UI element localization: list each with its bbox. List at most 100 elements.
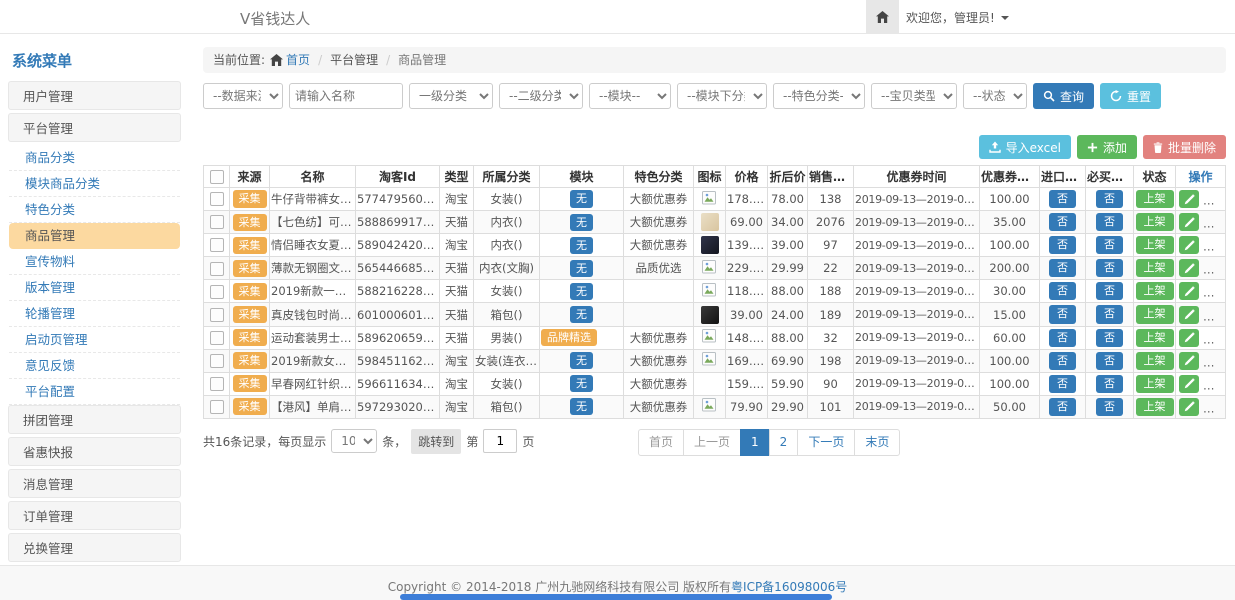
import-select-toggle[interactable]: 否 (1049, 236, 1076, 254)
pager-button[interactable]: 下一页 (797, 429, 855, 456)
pager-button[interactable]: 末页 (854, 429, 900, 456)
must-buy-toggle[interactable]: 否 (1096, 236, 1123, 254)
select-all-checkbox[interactable] (210, 170, 224, 184)
import-select-toggle[interactable]: 否 (1049, 190, 1076, 208)
edit-button[interactable] (1179, 398, 1199, 416)
add-button[interactable]: 添加 (1077, 135, 1137, 159)
status-button[interactable]: 上架 (1136, 213, 1174, 231)
item-type-select[interactable]: --宝贝类型-- (871, 83, 957, 109)
batch-delete-button[interactable]: 批量删除 (1143, 135, 1226, 159)
pager-current-page[interactable]: 1 (740, 429, 770, 456)
sidebar-item-feature-category[interactable]: 特色分类 (9, 197, 180, 223)
import-select-toggle[interactable]: 否 (1049, 213, 1076, 231)
user-menu[interactable]: 欢迎您，管理员! (906, 9, 1009, 26)
product-name: 情侣睡衣女夏丝绸男士... (270, 234, 356, 257)
product-type: 天猫 (440, 326, 474, 349)
icp-link[interactable]: 粤ICP备16098006号 (731, 580, 847, 594)
sidebar-item-module-goods-category[interactable]: 模块商品分类 (9, 171, 180, 197)
row-checkbox[interactable] (210, 354, 224, 368)
status-button[interactable]: 上架 (1136, 375, 1174, 393)
row-checkbox[interactable] (210, 215, 224, 229)
level1-category-select[interactable]: 一级分类 (409, 83, 493, 109)
edit-button[interactable] (1179, 306, 1199, 324)
edit-button[interactable] (1179, 282, 1199, 300)
import-select-toggle[interactable]: 否 (1049, 352, 1076, 370)
sidebar-item-feedback[interactable]: 意见反馈 (9, 353, 180, 379)
import-select-toggle[interactable]: 否 (1049, 329, 1076, 347)
home-button[interactable] (866, 0, 899, 33)
coupon-amount: 60.00 (980, 326, 1040, 349)
must-buy-toggle[interactable]: 否 (1096, 282, 1123, 300)
must-buy-toggle[interactable]: 否 (1096, 375, 1123, 393)
sidebar-item-goods-category[interactable]: 商品分类 (9, 145, 180, 171)
module-select[interactable]: --模块-- (589, 83, 671, 109)
level2-category-select[interactable]: --二级分类-- (499, 83, 583, 109)
page-number-input[interactable] (483, 429, 517, 453)
status-button[interactable]: 上架 (1136, 305, 1174, 323)
import-select-toggle[interactable]: 否 (1049, 305, 1076, 323)
edit-button[interactable] (1179, 329, 1199, 347)
row-checkbox[interactable] (210, 262, 224, 276)
pager-button[interactable]: 上一页 (683, 429, 741, 456)
breadcrumb-home-link[interactable]: 首页 (270, 47, 310, 73)
status-button[interactable]: 上架 (1136, 236, 1174, 254)
module-sub-select[interactable]: --模块下分类-- (677, 83, 767, 109)
must-buy-toggle[interactable]: 否 (1096, 398, 1123, 416)
jump-button[interactable]: 跳转到 (411, 429, 461, 454)
must-buy-toggle[interactable]: 否 (1096, 329, 1123, 347)
sidebar-item-splash-management[interactable]: 启动页管理 (9, 327, 180, 353)
feature-category-select[interactable]: --特色分类-- (773, 83, 865, 109)
search-button[interactable]: 查询 (1033, 83, 1094, 109)
row-checkbox[interactable] (210, 400, 224, 414)
row-checkbox[interactable] (210, 331, 224, 345)
import-excel-button[interactable]: 导入excel (979, 135, 1071, 159)
row-checkbox[interactable] (210, 377, 224, 391)
row-checkbox[interactable] (210, 238, 224, 252)
row-checkbox[interactable] (210, 285, 224, 299)
sidebar-item-order-management[interactable]: 订单管理 (8, 501, 181, 530)
status-button[interactable]: 上架 (1136, 190, 1174, 208)
data-source-select[interactable]: --数据来源-- (203, 83, 283, 109)
sidebar-item-saving-express[interactable]: 省惠快报 (8, 437, 181, 466)
status-button[interactable]: 上架 (1136, 259, 1174, 277)
sidebar-item-exchange-management[interactable]: 兑换管理 (8, 533, 181, 562)
page-size-select[interactable]: 10 (331, 429, 377, 453)
sidebar-item-platform[interactable]: 平台管理 (8, 113, 181, 142)
status-button[interactable]: 上架 (1136, 352, 1174, 370)
import-select-toggle[interactable]: 否 (1049, 259, 1076, 277)
edit-button[interactable] (1179, 375, 1199, 393)
edit-button[interactable] (1179, 190, 1199, 208)
reset-button[interactable]: 重置 (1100, 83, 1161, 109)
sidebar-item-carousel-management[interactable]: 轮播管理 (9, 301, 180, 327)
sidebar-item-version-management[interactable]: 版本管理 (9, 275, 180, 301)
sidebar-item-group-buy[interactable]: 拼团管理 (8, 405, 181, 434)
status-button[interactable]: 上架 (1136, 329, 1174, 347)
edit-button[interactable] (1179, 236, 1199, 254)
import-select-toggle[interactable]: 否 (1049, 375, 1076, 393)
pager-button[interactable]: 2 (769, 429, 799, 456)
row-checkbox[interactable] (210, 192, 224, 206)
row-checkbox[interactable] (210, 308, 224, 322)
edit-button[interactable] (1179, 352, 1199, 370)
must-buy-toggle[interactable]: 否 (1096, 305, 1123, 323)
edit-button[interactable] (1179, 213, 1199, 231)
must-buy-toggle[interactable]: 否 (1096, 352, 1123, 370)
pager-button[interactable]: 首页 (638, 429, 684, 456)
status-select[interactable]: --状态-- (963, 83, 1027, 109)
product-category: 女装(连衣裙) (474, 349, 540, 372)
sidebar-item-message-management[interactable]: 消息管理 (8, 469, 181, 498)
name-search-input[interactable] (289, 83, 403, 109)
status-button[interactable]: 上架 (1136, 282, 1174, 300)
horizontal-scrollbar-thumb[interactable] (400, 594, 832, 600)
import-select-toggle[interactable]: 否 (1049, 398, 1076, 416)
sidebar-item-users[interactable]: 用户管理 (8, 81, 181, 110)
edit-button[interactable] (1179, 259, 1199, 277)
status-button[interactable]: 上架 (1136, 398, 1174, 416)
import-select-toggle[interactable]: 否 (1049, 282, 1076, 300)
sidebar-item-platform-config[interactable]: 平台配置 (9, 379, 180, 405)
must-buy-toggle[interactable]: 否 (1096, 259, 1123, 277)
sidebar-item-promo-materials[interactable]: 宣传物料 (9, 249, 180, 275)
must-buy-toggle[interactable]: 否 (1096, 190, 1123, 208)
must-buy-toggle[interactable]: 否 (1096, 213, 1123, 231)
sidebar-item-goods-management[interactable]: 商品管理 (9, 223, 180, 249)
